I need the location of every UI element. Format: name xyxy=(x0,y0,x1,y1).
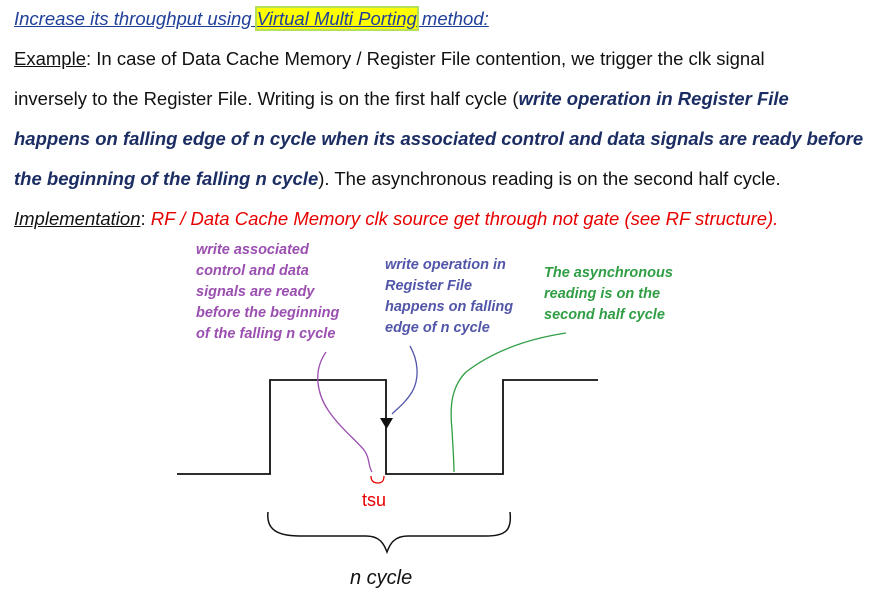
blue-connector xyxy=(391,345,418,415)
falling-edge-arrow-icon xyxy=(380,418,393,429)
green-connector xyxy=(450,332,567,473)
purple-connector xyxy=(317,351,373,473)
clock-timing-diagram: tsu n cycle xyxy=(177,332,598,589)
tsu-label: tsu xyxy=(362,490,386,510)
n-cycle-label: n cycle xyxy=(350,567,412,589)
tsu-bracket xyxy=(370,475,385,484)
n-cycle-brace xyxy=(267,511,512,555)
